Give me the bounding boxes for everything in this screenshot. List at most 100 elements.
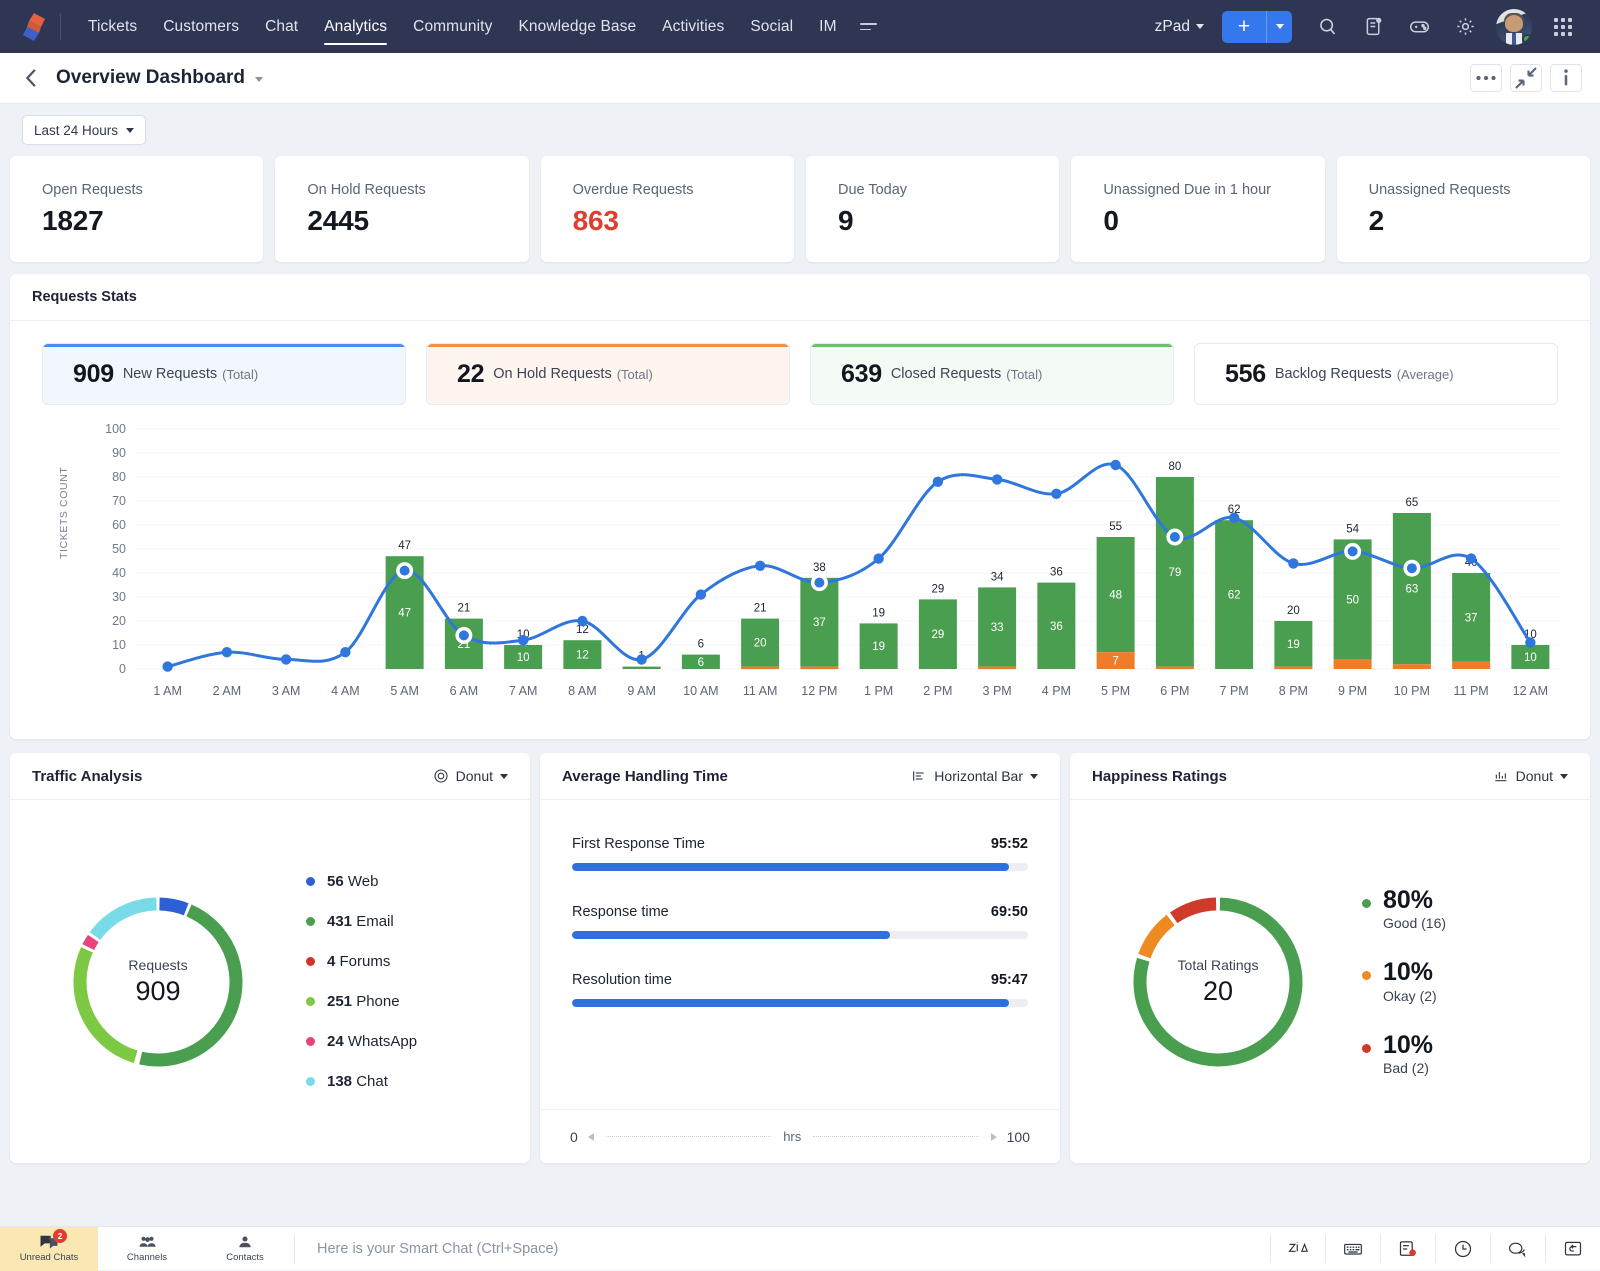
- stat-card-sublabel: (Total): [1006, 367, 1042, 382]
- nav-more-menu-icon[interactable]: [850, 7, 887, 46]
- traffic-legend: 56 Web 431 Email 4 Forums 251 Phone 24 W…: [306, 873, 417, 1090]
- svg-text:12 AM: 12 AM: [1513, 684, 1548, 698]
- date-range-label: Last 24 Hours: [34, 123, 118, 138]
- grid-dots: [1554, 18, 1572, 36]
- nav-item-tickets[interactable]: Tickets: [75, 2, 150, 51]
- avatar[interactable]: [1496, 9, 1532, 45]
- axis-left-arrow-icon[interactable]: [588, 1133, 594, 1141]
- aht-row-first-response-time[interactable]: First Response Time 95:52: [572, 836, 1028, 871]
- nav-item-customers[interactable]: Customers: [150, 2, 252, 51]
- traffic-donut-chart[interactable]: Requests 909: [62, 886, 254, 1078]
- aht-chart-type-selector[interactable]: Horizontal Bar: [911, 768, 1038, 784]
- collapse-button[interactable]: [1510, 64, 1542, 92]
- happiness-legend-item-good[interactable]: 80% Good (16): [1362, 887, 1446, 931]
- requests-stats-chart[interactable]: TICKETS COUNT 01020304050607080901004747…: [20, 419, 1580, 739]
- aht-axis-unit: hrs: [783, 1129, 801, 1144]
- smart-chat-input[interactable]: Here is your Smart Chat (Ctrl+Space): [295, 1241, 1270, 1257]
- aht-chart-type-label: Horizontal Bar: [934, 768, 1023, 784]
- svg-text:20: 20: [1287, 605, 1300, 617]
- svg-text:80: 80: [1168, 461, 1181, 473]
- search-icon[interactable]: [1304, 7, 1350, 47]
- legend-label: Phone: [356, 993, 399, 1010]
- kpi-card-unassigned-requests[interactable]: Unassigned Requests 2: [1337, 156, 1590, 262]
- apps-grid-icon[interactable]: [1540, 7, 1586, 47]
- svg-text:1 PM: 1 PM: [864, 684, 893, 698]
- happiness-chart-type-selector[interactable]: Donut: [1493, 768, 1568, 784]
- nav-item-community[interactable]: Community: [400, 2, 505, 51]
- nav-item-im[interactable]: IM: [806, 2, 849, 51]
- legend-label: WhatsApp: [348, 1033, 417, 1050]
- add-new-dropdown-button[interactable]: [1266, 11, 1292, 43]
- nav-item-knowledge-base[interactable]: Knowledge Base: [505, 2, 649, 51]
- svg-text:20: 20: [112, 614, 126, 628]
- nav-item-activities[interactable]: Activities: [649, 2, 737, 51]
- kpi-card-overdue-requests[interactable]: Overdue Requests 863: [541, 156, 794, 262]
- happiness-legend-item-okay[interactable]: 10% Okay (2): [1362, 959, 1446, 1003]
- legend-item-forums[interactable]: 4 Forums: [306, 953, 417, 970]
- info-button[interactable]: [1550, 64, 1582, 92]
- more-options-button[interactable]: [1470, 64, 1502, 92]
- nav-item-social[interactable]: Social: [737, 2, 806, 51]
- aht-progress-fill: [572, 999, 1009, 1007]
- aht-metric-name: First Response Time: [572, 836, 705, 852]
- nav-item-analytics[interactable]: Analytics: [311, 2, 400, 51]
- page-title-dropdown-icon[interactable]: [255, 69, 263, 87]
- axis-right-arrow-icon[interactable]: [991, 1133, 997, 1141]
- nav-item-chat[interactable]: Chat: [252, 2, 311, 51]
- legend-item-chat[interactable]: 138 Chat: [306, 1073, 417, 1090]
- svg-text:19: 19: [1287, 639, 1300, 651]
- gamepad-icon[interactable]: [1396, 7, 1442, 47]
- happiness-sublabel: Okay (2): [1383, 988, 1437, 1004]
- traffic-chart-type-selector[interactable]: Donut: [433, 768, 508, 784]
- svg-text:34: 34: [991, 571, 1004, 583]
- svg-text:5 PM: 5 PM: [1101, 684, 1130, 698]
- kpi-card-due-today[interactable]: Due Today 9: [806, 156, 1059, 262]
- chat-icon[interactable]: [1491, 1227, 1545, 1271]
- app-logo-icon[interactable]: [14, 0, 54, 53]
- legend-item-phone[interactable]: 251 Phone: [306, 993, 417, 1010]
- kpi-card-unassigned-due-1-hour[interactable]: Unassigned Due in 1 hour 0: [1071, 156, 1324, 262]
- contact-icon: [236, 1234, 254, 1250]
- add-new-button[interactable]: +: [1222, 11, 1266, 43]
- stat-card-closed-requests[interactable]: 639 Closed Requests (Total): [810, 343, 1174, 405]
- legend-item-whatsapp[interactable]: 24 WhatsApp: [306, 1033, 417, 1050]
- kpi-card-open-requests[interactable]: Open Requests 1827: [10, 156, 263, 262]
- stat-card-backlog-requests[interactable]: 556 Backlog Requests (Average): [1194, 343, 1558, 405]
- kpi-card-on-hold-requests[interactable]: On Hold Requests 2445: [275, 156, 528, 262]
- nav-divider: [60, 14, 61, 40]
- zpad-dropdown[interactable]: zPad: [1145, 10, 1214, 44]
- legend-item-web[interactable]: 56 Web: [306, 873, 417, 890]
- taskbar-item-unread-chats[interactable]: 2 Unread Chats: [0, 1227, 98, 1271]
- stat-card-number: 22: [457, 360, 484, 389]
- taskbar-item-contacts[interactable]: Contacts: [196, 1227, 294, 1271]
- happiness-center-label: Total Ratings: [1178, 957, 1259, 973]
- gear-icon[interactable]: [1442, 7, 1488, 47]
- happiness-percent: 10%: [1383, 959, 1437, 985]
- zia-icon[interactable]: [1271, 1227, 1325, 1271]
- chat-bubbles-icon: 2: [38, 1234, 60, 1250]
- happiness-body: Total Ratings 20 80% Good (16) 10% Ok: [1070, 800, 1590, 1163]
- clock-icon[interactable]: [1436, 1227, 1490, 1271]
- happiness-percent: 80%: [1383, 887, 1446, 913]
- happiness-legend-item-bad[interactable]: 10% Bad (2): [1362, 1032, 1446, 1076]
- legend-item-email[interactable]: 431 Email: [306, 913, 417, 930]
- taskbar-item-channels[interactable]: Channels: [98, 1227, 196, 1271]
- chevron-down-icon: [1030, 774, 1038, 779]
- aht-row-resolution-time[interactable]: Resolution time 95:47: [572, 972, 1028, 1007]
- date-range-filter[interactable]: Last 24 Hours: [22, 115, 146, 145]
- keyboard-icon[interactable]: [1326, 1227, 1380, 1271]
- aht-row-response-time[interactable]: Response time 69:50: [572, 904, 1028, 939]
- legend-label: Chat: [356, 1073, 388, 1090]
- stat-card-on-hold-requests[interactable]: 22 On Hold Requests (Total): [426, 343, 790, 405]
- happiness-donut-chart[interactable]: Total Ratings 20: [1122, 886, 1314, 1078]
- stat-card-new-requests[interactable]: 909 New Requests (Total): [42, 343, 406, 405]
- happiness-title: Happiness Ratings: [1092, 768, 1227, 785]
- reply-icon[interactable]: [1546, 1227, 1600, 1271]
- svg-text:6: 6: [698, 639, 704, 651]
- back-button[interactable]: [18, 64, 46, 92]
- happiness-ratings-panel: Happiness Ratings Donut Total Ratings 20: [1070, 753, 1590, 1163]
- notes-icon[interactable]: [1381, 1227, 1435, 1271]
- legend-value: 24: [327, 1033, 344, 1050]
- notes-icon[interactable]: [1350, 7, 1396, 47]
- aht-header: Average Handling Time Horizontal Bar: [540, 753, 1060, 800]
